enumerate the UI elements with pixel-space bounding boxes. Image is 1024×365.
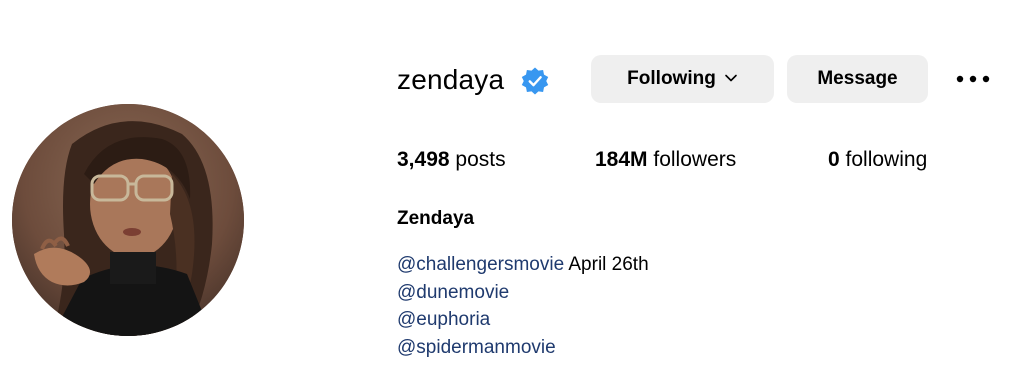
bio-line: @spidermanmovie (397, 334, 649, 362)
bio-line: @dunemovie (397, 279, 649, 307)
avatar-photo (12, 104, 244, 336)
profile-full-name: Zendaya (397, 208, 475, 229)
profile-bio: @challengersmovie April 26th @dunemovie … (397, 251, 649, 361)
profile-avatar[interactable] (12, 104, 244, 336)
followers-label: followers (653, 148, 737, 171)
bio-line: @euphoria (397, 306, 649, 334)
bio-mention-link[interactable]: @spidermanmovie (397, 337, 556, 358)
profile-username: zendaya (397, 64, 505, 95)
message-button[interactable]: Message (787, 55, 928, 103)
bio-mention-link[interactable]: @challengersmovie (397, 254, 564, 275)
more-options-icon[interactable] (952, 66, 994, 92)
following-button-label: Following (627, 68, 716, 89)
followers-stat[interactable]: 184M followers (595, 145, 736, 175)
posts-count: 3,498 (397, 148, 450, 171)
bio-mention-link[interactable]: @dunemovie (397, 282, 509, 303)
bio-mention-link[interactable]: @euphoria (397, 309, 490, 330)
following-stat[interactable]: 0 following (828, 145, 927, 175)
following-button[interactable]: Following (591, 55, 774, 103)
posts-label: posts (455, 148, 506, 171)
profile-header: zendaya Following Message 3,498 posts 18… (0, 0, 1024, 365)
bio-line: @challengersmovie April 26th (397, 251, 649, 279)
verified-badge-icon (521, 67, 549, 95)
chevron-down-icon (725, 74, 737, 82)
posts-stat: 3,498 posts (397, 145, 506, 175)
following-label: following (845, 148, 928, 171)
following-count: 0 (828, 148, 840, 171)
followers-count: 184M (595, 148, 648, 171)
bio-text: April 26th (564, 254, 649, 275)
message-button-label: Message (817, 68, 898, 89)
